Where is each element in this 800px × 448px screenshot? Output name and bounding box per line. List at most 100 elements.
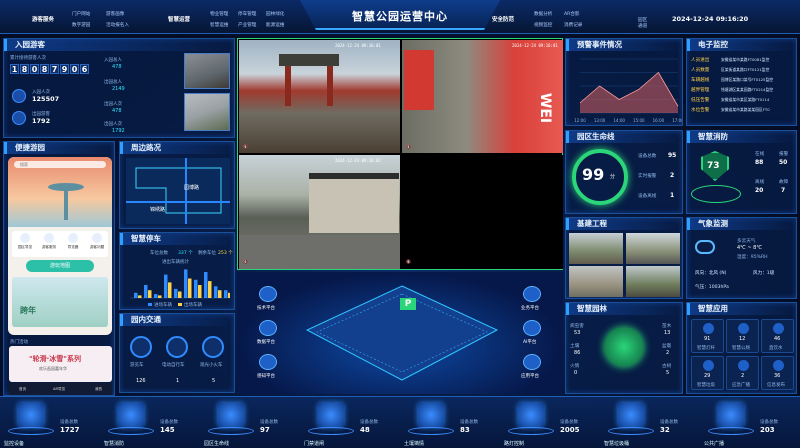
legend-out: 出场车辆 [184,303,202,308]
train-icon[interactable] [202,336,224,358]
site-photo[interactable] [569,266,623,297]
tab-ar-guide[interactable]: AR导览 [53,387,65,392]
road-map[interactable] [126,158,230,224]
nav-smart-maintenance[interactable]: 智慧运维 [210,22,228,28]
site-photo[interactable] [626,233,680,264]
site-photo[interactable] [626,266,680,297]
stat-value: 2149 [112,86,125,92]
app-tile[interactable]: 91 智慧灯杆 [691,319,724,353]
nav-security[interactable]: 安全防范 [492,15,514,23]
bottom-count: 2005 [560,426,580,434]
visitors-total-label: 累计接待游客人次 [10,56,46,61]
bottom-stat[interactable]: 设备总数 97 园区生命线 [200,397,298,448]
biz-platform-icon[interactable] [523,286,541,302]
bus-icon[interactable] [130,336,152,358]
bottom-pedestal [8,427,54,435]
traffic-count: 5 [212,378,216,384]
nav-ar-photo[interactable]: AR合影 [564,11,580,17]
x-tick-label: 17:00 [672,118,682,123]
bottom-stat[interactable]: 设备总数 203 公共广播 [700,397,798,448]
app-label: 信息发布 [767,383,785,388]
gate-photo[interactable] [184,53,230,89]
camera-grid: 2024-12-24 09:16:01 🔇 WEI 2024-12-24 09:… [237,38,563,270]
service-item[interactable]: 导览器 [62,233,84,250]
nav-consumption[interactable]: 消费记录 [564,22,582,28]
app-tile[interactable]: 2 应急广播 [726,356,759,390]
streetlight-icon [518,403,544,427]
digit: 6 [80,64,89,74]
x-tick-label: 14:00 [613,118,625,123]
nav-portal[interactable]: 门户网站 [72,11,90,17]
digit: 0 [70,64,79,74]
weather-humidity: 湿度：95%RH [737,255,768,260]
nav-parking-mgmt[interactable]: 停车管理 [238,11,256,17]
traffic-label: 观光小火车 [200,363,223,368]
sense-platform-icon[interactable] [259,354,277,370]
bottom-label: 公共广播 [704,441,725,447]
traffic-panel: 园内交通 游览车 电动自行车 观光小火车 126 1 5 [119,313,235,393]
bottom-stat[interactable]: 设备总数 2005 路灯控制 [500,397,598,448]
app-tile[interactable]: 12 智慧公厕 [726,319,759,353]
life-label: 实时报警 [638,174,657,179]
camera-view-2[interactable]: WEI 2024-12-24 09:16:01 🔇 [402,40,563,153]
bottom-count-label: 设备总数 [660,420,678,425]
tech-platform-icon[interactable] [259,286,277,302]
page-title: 智慧公园运营中心 [352,10,448,23]
fire-score: 73 [707,161,720,171]
garden-label: 土壤 [570,344,580,349]
camera-view-4[interactable]: 🔇 [402,155,563,269]
app-value: 2 [741,373,745,379]
nav-channel[interactable]: 通道 [638,23,647,29]
banner-image[interactable]: 跨年 [12,277,108,327]
phone-mockup: 搜索 园区导览 游客服务 导览器 游客问题 游玩地图 跨年 [8,157,112,335]
lifeline-score-unit: 分 [610,174,616,180]
bottom-stat[interactable]: 设备总数 32 智慧垃圾桶 [600,397,698,448]
bottom-count-label: 设备总数 [560,420,578,425]
nav-visitor-service[interactable]: 游客服务 [32,15,54,23]
tab-home[interactable]: 首页 [19,387,26,392]
map-button[interactable]: 游玩地图 [26,260,94,272]
camera-view-1[interactable]: 2024-12-24 09:16:01 🔇 [239,40,400,153]
fence-row-name: 人员数量 [691,68,710,73]
site-photo[interactable] [569,233,623,264]
nav-property[interactable]: 物业管理 [210,11,228,17]
mute-icon[interactable]: 🔇 [243,259,248,264]
service-item[interactable]: 游客服务 [38,233,60,250]
mute-icon[interactable]: 🔇 [243,144,248,149]
bottom-stat[interactable]: 设备总数 83 土壤墒情 [400,397,498,448]
mute-icon[interactable]: 🔇 [406,144,411,149]
app-tile[interactable]: 46 直饮水 [761,319,794,353]
ai-platform-icon[interactable] [523,320,541,336]
bottom-stat[interactable]: 设备总数 1727 监控设备 [0,397,98,448]
camera-view-3[interactable]: 2024-12-24 09:16:02 🔇 [239,155,400,269]
service-item[interactable]: 游客问题 [86,233,108,250]
isometric-park[interactable] [297,280,507,388]
tab-mine[interactable]: 我的 [95,387,102,392]
app-tile[interactable]: 29 智慧垃圾 [691,356,724,390]
nav-digital-tour[interactable]: 数字游园 [72,22,90,28]
bottom-stat[interactable]: 设备总数 145 智慧消防 [100,397,198,448]
banner-logo: WEI [537,92,554,124]
nav-visitor-profile[interactable]: 游客画像 [106,11,124,17]
mute-icon[interactable]: 🔇 [406,259,411,264]
activity-card[interactable]: "轮滑·冰雪"系列 欢乐逛园嘉年华 [9,346,112,382]
garden-label: 病虫害 [570,324,584,329]
service-item[interactable]: 园区导览 [14,233,36,250]
data-platform-icon[interactable] [259,320,277,336]
nav-activity-signup[interactable]: 活动报名入 [106,22,129,28]
parking-panel: 智慧停车 车位总数 337 个 剩余车位 253 个 进出车辆统计 进场车辆 出… [119,232,235,310]
nav-energy[interactable]: 能源运维 [266,22,284,28]
nav-smart-operation[interactable]: 智慧运营 [168,15,190,23]
gate-photo[interactable] [184,93,230,131]
nav-data-analysis[interactable]: 数据分析 [534,11,552,17]
app-tile[interactable]: 36 信息发布 [761,356,794,390]
service-label: 园区导览 [17,245,33,249]
ring-icon[interactable] [166,336,188,358]
nav-video-monitor[interactable]: 视频监控 [534,22,552,28]
nav-industry[interactable]: 产业管理 [238,22,256,28]
search-input[interactable]: 搜索 [14,161,106,168]
bottom-stat[interactable]: 设备总数 48 门禁道闸 [300,397,398,448]
alarm-panel: 预警事件情况 12:00 13:00 14:00 15:00 16:00 17:00 [565,38,683,126]
app-platform-icon[interactable] [523,354,541,370]
nav-landscaping[interactable]: 园林绿化 [266,11,284,17]
